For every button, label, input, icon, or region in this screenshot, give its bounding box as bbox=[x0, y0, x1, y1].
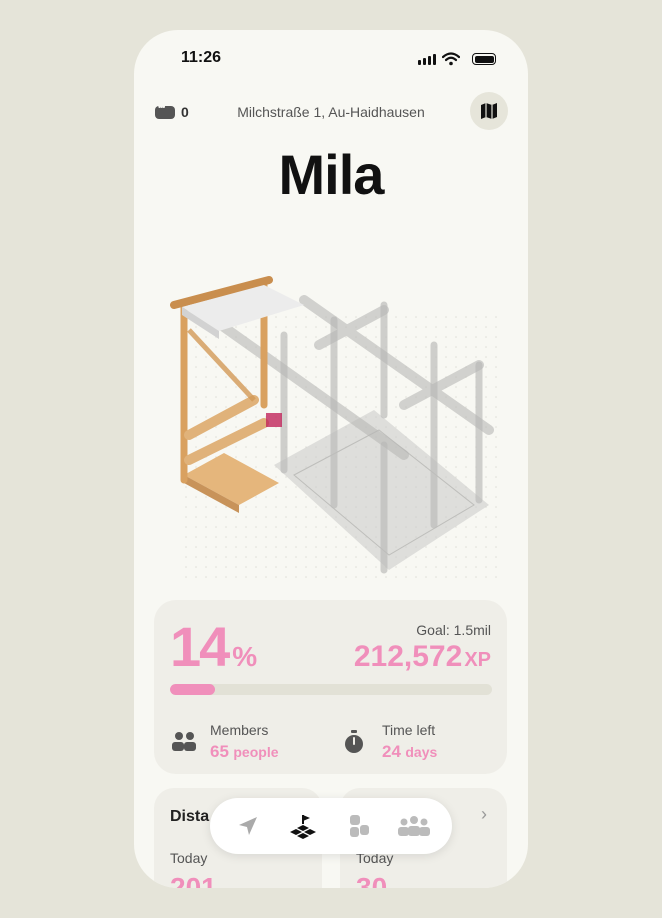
bottom-nav bbox=[210, 798, 452, 854]
time-left-label: Time left bbox=[382, 722, 436, 738]
percent-number: 14 bbox=[170, 615, 230, 678]
community-icon bbox=[398, 816, 431, 836]
top-bar: 0 Milchstraße 1, Au-Haidhausen bbox=[134, 92, 528, 132]
members-count: 65 bbox=[210, 742, 229, 761]
distance-value: 201 bbox=[170, 872, 217, 888]
time-left-unit: days bbox=[405, 744, 438, 760]
status-bar: 11:26 bbox=[134, 30, 528, 86]
stopwatch-icon bbox=[345, 730, 363, 753]
members-unit: people bbox=[233, 744, 279, 760]
blocks-icon bbox=[349, 815, 369, 837]
second-value: 30 bbox=[356, 872, 388, 888]
nav-navigate[interactable] bbox=[228, 806, 268, 846]
xp-total: 212,572 XP bbox=[354, 640, 491, 674]
percent-symbol: % bbox=[232, 641, 258, 672]
navigate-icon bbox=[238, 817, 257, 835]
xp-unit: XP bbox=[464, 649, 491, 671]
signal-icon bbox=[418, 54, 436, 65]
members-label: Members bbox=[210, 722, 269, 738]
progress-percent: 14% bbox=[170, 614, 257, 679]
nav-build[interactable] bbox=[283, 806, 323, 846]
distance-today-label: Today bbox=[170, 850, 208, 866]
address-label[interactable]: Milchstraße 1, Au-Haidhausen bbox=[134, 104, 528, 120]
battery-icon bbox=[472, 53, 496, 65]
build-icon bbox=[290, 815, 317, 839]
building-illustration bbox=[170, 276, 504, 585]
progress-card: 14% Goal: 1.5mil 212,572 XP Members 65 pe… bbox=[154, 600, 507, 774]
map-icon bbox=[481, 103, 497, 119]
goal-label: Goal: 1.5mil bbox=[416, 622, 491, 638]
nav-blocks[interactable] bbox=[339, 806, 379, 846]
members-value: 65 people bbox=[210, 742, 279, 762]
xp-value: 212,572 bbox=[353, 640, 463, 673]
chevron-right-icon[interactable]: › bbox=[481, 804, 487, 825]
members-icon bbox=[172, 732, 196, 751]
time-left-count: 24 bbox=[382, 742, 401, 761]
phone-screen: 11:26 0 Milchstraße 1, Au-Haidhausen Mil… bbox=[134, 30, 528, 888]
distance-title: Dista bbox=[170, 808, 210, 825]
wifi-icon bbox=[442, 52, 460, 66]
map-button[interactable] bbox=[470, 92, 508, 130]
nav-community[interactable] bbox=[394, 806, 434, 846]
progress-bar bbox=[170, 684, 492, 695]
progress-bar-fill bbox=[170, 684, 216, 695]
page-title: Mila bbox=[278, 143, 385, 206]
status-time: 11:26 bbox=[181, 49, 222, 66]
time-left-value: 24 days bbox=[382, 742, 437, 762]
